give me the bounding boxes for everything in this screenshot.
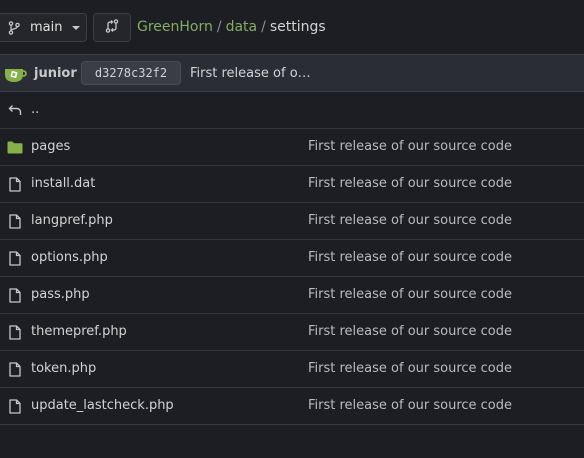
file-row[interactable]: install.dat First release of our source … xyxy=(0,166,584,203)
file-name-link[interactable]: langpref.php xyxy=(31,213,113,228)
file-name-link[interactable]: update_lastcheck.php xyxy=(31,398,174,413)
file-commit-message[interactable]: First release of our source code xyxy=(308,250,512,265)
file-name-link[interactable]: token.php xyxy=(31,361,96,376)
file-row[interactable]: options.php First release of our source … xyxy=(0,240,584,277)
file-name-link[interactable]: install.dat xyxy=(31,176,95,191)
avatar[interactable] xyxy=(4,65,28,83)
chevron-down-icon xyxy=(72,25,81,30)
file-commit-message[interactable]: First release of our source code xyxy=(308,287,512,302)
file-icon xyxy=(7,287,23,303)
commit-author-link[interactable]: junior xyxy=(34,66,77,81)
file-list: .. pages First release of our source cod… xyxy=(0,92,584,425)
file-commit-message[interactable]: First release of our source code xyxy=(308,361,512,376)
git-compare-icon xyxy=(105,18,119,37)
back-arrow-icon xyxy=(7,102,23,118)
file-name-link[interactable]: pass.php xyxy=(31,287,90,302)
compare-button[interactable] xyxy=(93,13,131,42)
file-row[interactable]: langpref.php First release of our source… xyxy=(0,203,584,240)
file-name-link[interactable]: pages xyxy=(31,139,70,154)
file-row[interactable]: pass.php First release of our source cod… xyxy=(0,277,584,314)
file-icon xyxy=(7,398,23,414)
breadcrumb-folder-link[interactable]: data xyxy=(226,19,258,35)
breadcrumb-separator: / xyxy=(261,19,266,35)
file-icon xyxy=(7,250,23,266)
file-row[interactable]: update_lastcheck.php First release of ou… xyxy=(0,388,584,425)
commit-message-link[interactable]: First release of o… xyxy=(190,66,311,81)
commit-sha-button[interactable]: d3278c32f2 xyxy=(81,61,181,85)
file-commit-message[interactable]: First release of our source code xyxy=(308,176,512,191)
git-branch-icon xyxy=(8,20,20,35)
file-row[interactable]: token.php First release of our source co… xyxy=(0,351,584,388)
breadcrumb-separator: / xyxy=(216,19,222,35)
file-name-link[interactable]: options.php xyxy=(31,250,108,265)
file-icon xyxy=(7,176,23,192)
parent-directory-row[interactable]: .. xyxy=(0,92,584,129)
latest-commit-bar: junior d3278c32f2 First release of o… xyxy=(0,54,584,92)
file-icon xyxy=(7,324,23,340)
page-footer-area xyxy=(0,425,584,458)
branch-label: main xyxy=(30,20,63,35)
repo-header: main GreenHorn / data / settings xyxy=(0,0,584,54)
branch-selector-button[interactable]: main xyxy=(0,13,87,42)
breadcrumb-repo-link[interactable]: GreenHorn xyxy=(137,19,213,35)
file-row[interactable]: themepref.php First release of our sourc… xyxy=(0,314,584,351)
breadcrumb: GreenHorn / data / settings xyxy=(137,19,326,35)
breadcrumb-current: settings xyxy=(269,19,326,35)
file-icon xyxy=(7,213,23,229)
file-commit-message[interactable]: First release of our source code xyxy=(308,398,512,413)
folder-icon xyxy=(7,139,23,155)
file-commit-message[interactable]: First release of our source code xyxy=(308,213,512,228)
file-commit-message[interactable]: First release of our source code xyxy=(308,324,512,339)
file-row[interactable]: pages First release of our source code xyxy=(0,129,584,166)
file-icon xyxy=(7,361,23,377)
file-name-link[interactable]: themepref.php xyxy=(31,324,127,339)
file-commit-message[interactable]: First release of our source code xyxy=(308,139,512,154)
parent-directory-link[interactable]: .. xyxy=(31,102,39,117)
